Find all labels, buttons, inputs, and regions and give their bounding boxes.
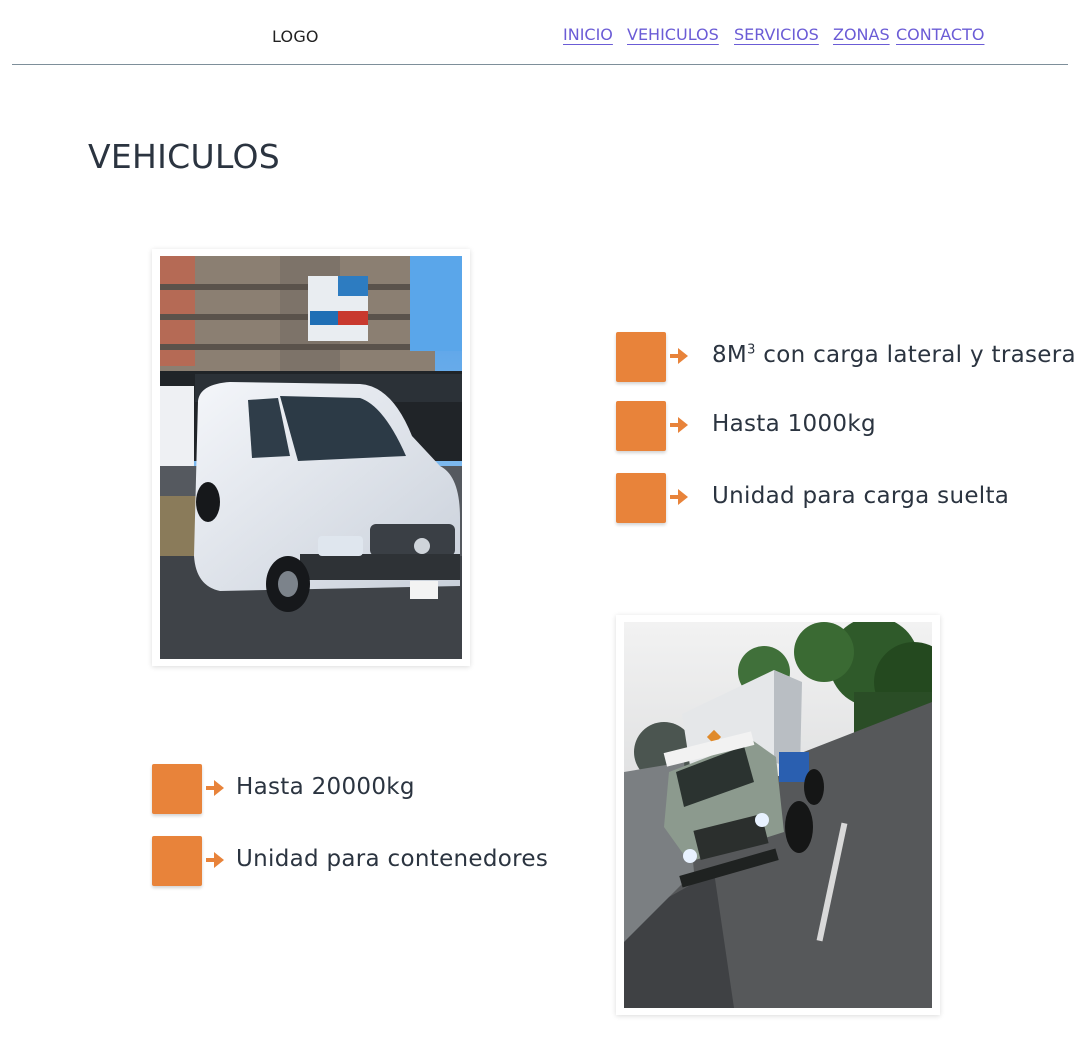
arrow-right-icon [206,780,224,796]
nav-vehiculos[interactable]: VEHICULOS [627,25,719,44]
page-title: VEHICULOS [88,137,280,176]
site-header: LOGO INICIO VEHICULOS SERVICIOS ZONAS CO… [12,0,1068,65]
nav-zonas[interactable]: ZONAS [833,25,890,44]
nav-servicios[interactable]: SERVICIOS [734,25,819,44]
nav-inicio[interactable]: INICIO [563,25,613,44]
logo[interactable]: LOGO [272,27,319,46]
arrow-right-icon [670,348,688,364]
van-photo-frame [152,249,470,666]
feature-container-unit: Unidad para contenedores [152,836,572,888]
van-photo [160,256,462,659]
feature-capacity-volume: 8M3 con carga lateral y trasera [616,332,1076,384]
bullet-square [616,332,666,382]
truck-photo [624,622,932,1008]
feature-text: Hasta 1000kg [712,411,876,437]
bullet-square [152,764,202,814]
bullet-square [616,473,666,523]
feature-text: Hasta 20000kg [236,774,415,800]
bullet-square [616,401,666,451]
feature-load-type: Unidad para carga suelta [616,473,1016,525]
arrow-right-icon [206,852,224,868]
truck-photo-frame [616,615,940,1015]
arrow-right-icon [670,417,688,433]
arrow-right-icon [670,489,688,505]
feature-capacity-weight-truck: Hasta 20000kg [152,764,572,816]
feature-capacity-weight: Hasta 1000kg [616,401,1016,453]
feature-text: Unidad para carga suelta [712,483,1010,509]
feature-text: 8M3 con carga lateral y trasera [712,342,1076,368]
nav-contacto[interactable]: CONTACTO [896,25,984,44]
feature-text: Unidad para contenedores [236,846,549,872]
bullet-square [152,836,202,886]
